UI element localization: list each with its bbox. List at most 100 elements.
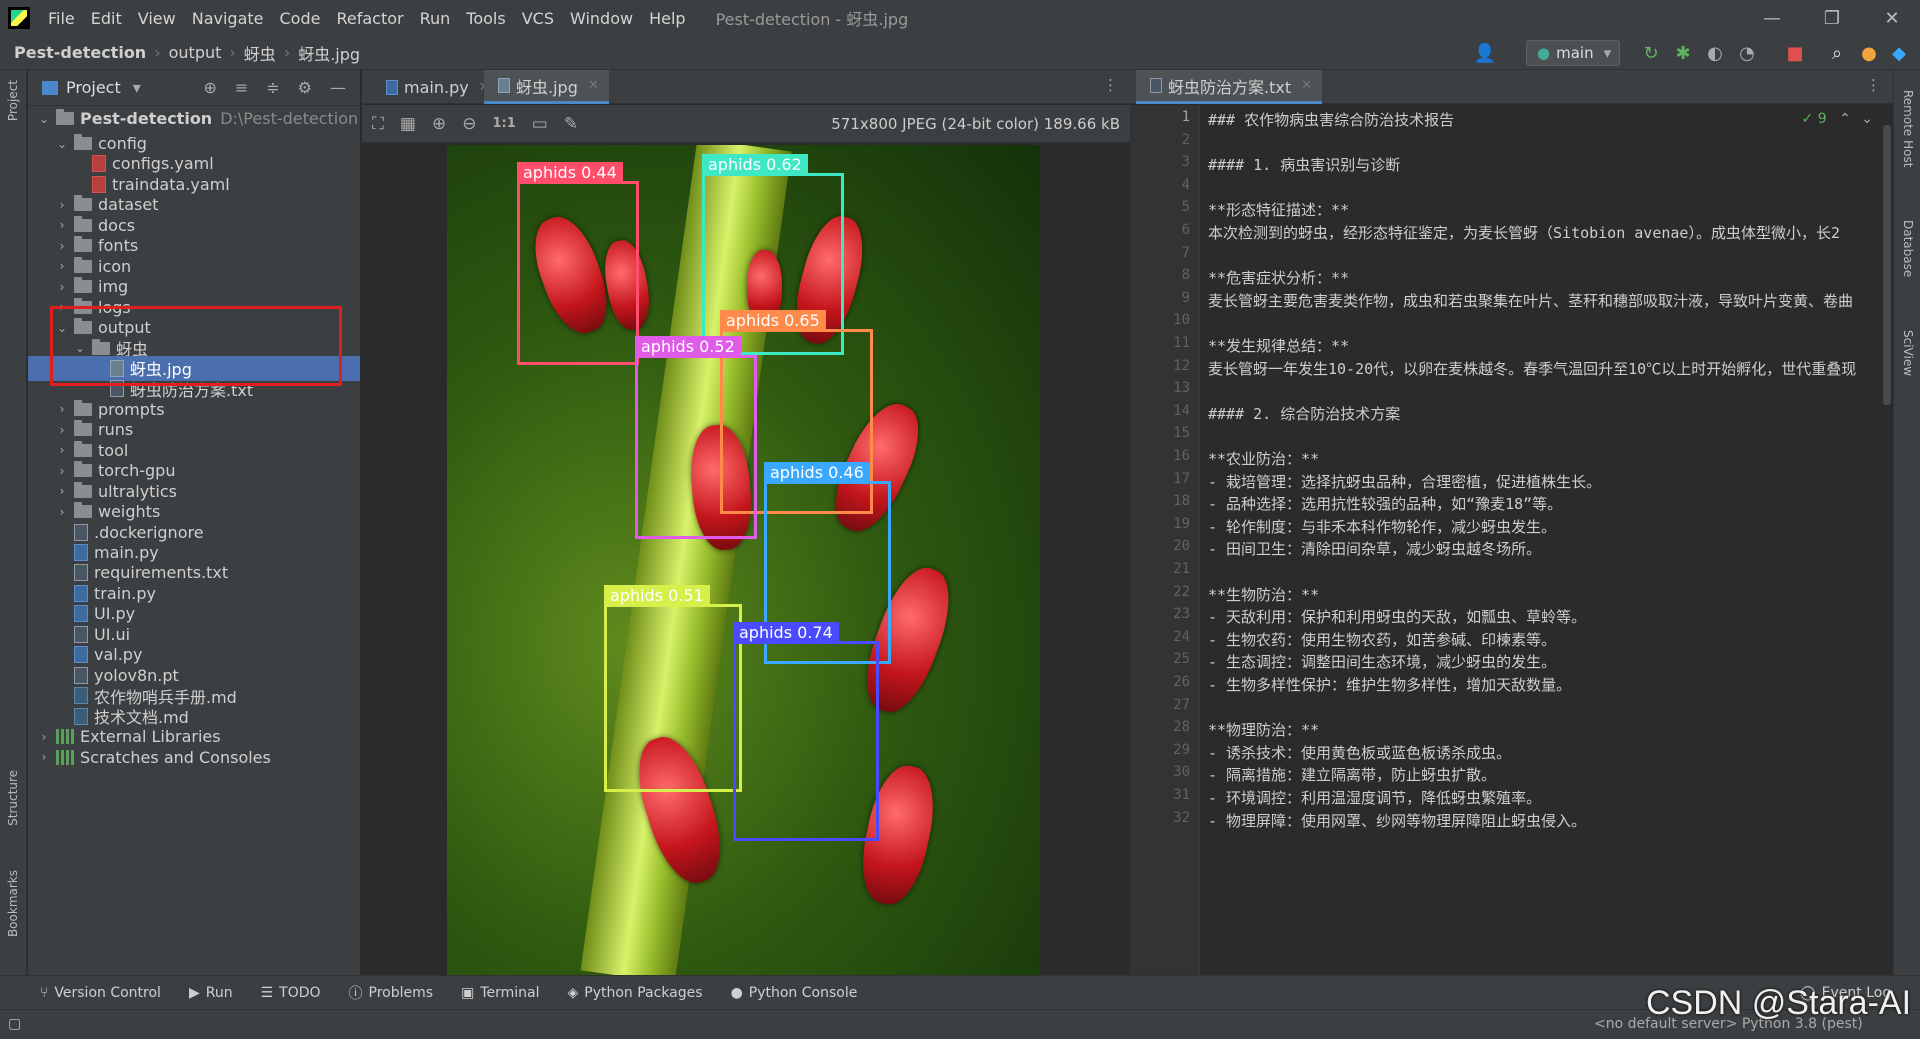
jetbrains-icon[interactable]: ◆	[1888, 42, 1910, 64]
tool-sciview[interactable]: SciView	[1901, 330, 1915, 376]
close-window-icon[interactable]: ✕	[1864, 0, 1920, 36]
tool-todo[interactable]: ☰ TODO	[261, 985, 321, 1001]
tool-version-control[interactable]: ⑂ Version Control	[40, 985, 161, 1001]
right-tool-strip: Remote Host Database SciView	[1893, 70, 1920, 1000]
tab-main-py[interactable]: main.py✕	[372, 70, 500, 104]
menu-navigate[interactable]: Navigate	[184, 9, 272, 28]
tree-row-label: configs.yaml	[112, 154, 214, 174]
menu-window[interactable]: Window	[562, 9, 641, 28]
menu-vcs[interactable]: VCS	[514, 9, 562, 28]
chevron-right-icon[interactable]: ›	[36, 730, 52, 744]
tree-root[interactable]: ⌄ Pest-detection D:\Pest-detection	[28, 106, 360, 131]
tree-row-label: val.py	[94, 645, 143, 665]
zoom-out-icon[interactable]: ⊖	[462, 114, 476, 134]
debug-icon[interactable]: ✱	[1672, 42, 1694, 64]
breadcrumb-output[interactable]: output	[169, 43, 222, 62]
chevron-right-icon[interactable]: ›	[54, 280, 70, 294]
chevron-right-icon[interactable]: ›	[54, 198, 70, 212]
coverage-icon[interactable]: ◐	[1704, 42, 1726, 64]
editor-scrollbar[interactable]	[1883, 125, 1891, 405]
tree-row[interactable]: › Scratches and Consoles	[28, 745, 360, 770]
chevron-right-icon[interactable]: ›	[54, 505, 70, 519]
code-line: - 物理屏障：使用网罩、纱网等物理屏障阻止蚜虫侵入。	[1208, 811, 1587, 830]
more-icon[interactable]: ⋮	[1866, 76, 1881, 94]
text-editor[interactable]: 1 2 3 4 5 6 7 8 9 10 11 12 13 14 15 16 17 18 19 20 21 22 23 24 2…	[1130, 105, 1893, 975]
run-config-dropdown[interactable]: ● main ▾	[1526, 40, 1620, 66]
more-icon[interactable]: ⋮	[1103, 76, 1118, 94]
stop-icon[interactable]: ■	[1784, 42, 1806, 64]
tree-row-label: torch-gpu	[98, 461, 176, 481]
code-line: - 诱杀技术：使用黄色板或蓝色板诱杀成虫。	[1208, 743, 1512, 762]
breadcrumb-image-file[interactable]: 蚜虫.jpg	[298, 41, 360, 65]
actual-size-button[interactable]: 1:1	[492, 116, 515, 131]
menu-code[interactable]: Code	[272, 9, 329, 28]
tool-structure[interactable]: Structure	[6, 770, 20, 826]
tool-bookmarks[interactable]: Bookmarks	[6, 870, 20, 937]
layout-icon[interactable]: ▢	[8, 1016, 21, 1032]
line-number: 21	[1173, 561, 1190, 577]
menu-view[interactable]: View	[130, 9, 184, 28]
chevron-right-icon[interactable]: ›	[54, 239, 70, 253]
menu-tools[interactable]: Tools	[458, 9, 513, 28]
collapse-all-icon[interactable]: ≑	[266, 78, 279, 97]
zoom-in-icon[interactable]: ⊕	[432, 114, 446, 134]
fit-icon[interactable]: ⛶	[372, 114, 384, 134]
background-icon[interactable]: ▭	[532, 114, 548, 134]
rerun-icon[interactable]: ↻	[1640, 42, 1662, 64]
line-number: 24	[1173, 628, 1190, 645]
tool-python-console[interactable]: ● Python Console	[731, 985, 858, 1001]
menu-bar: File Edit View Navigate Code Refactor Ru…	[0, 0, 1920, 36]
chevron-right-icon[interactable]: ›	[54, 443, 70, 457]
tab-image[interactable]: 蚜虫.jpg ✕	[484, 70, 609, 104]
line-number: 13	[1173, 380, 1190, 397]
tool-problems[interactable]: ⓘ Problems	[349, 983, 434, 1003]
user-icon[interactable]: 👤	[1474, 42, 1496, 64]
tool-terminal[interactable]: ▣ Terminal	[461, 985, 539, 1001]
line-number: 32	[1173, 809, 1190, 826]
chevron-right-icon[interactable]: ›	[54, 402, 70, 416]
chevron-down-icon[interactable]: ▾	[133, 78, 141, 97]
menu-help[interactable]: Help	[641, 9, 693, 28]
close-tab-icon[interactable]: ✕	[588, 78, 599, 93]
project-view-selector[interactable]: Project	[66, 78, 121, 97]
tool-python-packages[interactable]: ◈ Python Packages	[567, 985, 702, 1001]
tab-treatment-txt[interactable]: 蚜虫防治方案.txt ✕	[1136, 70, 1323, 104]
expand-all-icon[interactable]: ≡	[235, 78, 248, 97]
menu-run[interactable]: Run	[412, 9, 459, 28]
breadcrumb-aphid-folder[interactable]: 蚜虫	[244, 41, 276, 65]
project-panel: Project ▾ ⊕ ≡ ≑ ⚙ — ⌄ Pest-detection D:\…	[28, 70, 360, 1000]
inspection-widget[interactable]: ✓ 9 ⌃ ⌄	[1802, 111, 1873, 127]
menu-refactor[interactable]: Refactor	[328, 9, 411, 28]
menu-file[interactable]: File	[40, 9, 83, 28]
tool-remote-host[interactable]: Remote Host	[1901, 90, 1915, 167]
chevron-right-icon[interactable]: ›	[54, 259, 70, 273]
update-icon[interactable]: ●	[1858, 42, 1880, 64]
tool-run[interactable]: ▶ Run	[189, 985, 233, 1001]
grid-icon[interactable]: ▦	[400, 114, 416, 134]
minimize-icon[interactable]: —	[1744, 0, 1800, 36]
chevron-right-icon[interactable]: ›	[54, 464, 70, 478]
chevron-right-icon[interactable]: ›	[54, 423, 70, 437]
line-number: 9	[1181, 289, 1190, 306]
menu-edit[interactable]: Edit	[83, 9, 130, 28]
gear-icon[interactable]: ⚙	[298, 78, 312, 97]
chevron-up-icon[interactable]: ⌃	[1839, 111, 1851, 127]
locate-icon[interactable]: ⊕	[203, 78, 216, 97]
tool-database[interactable]: Database	[1901, 220, 1915, 277]
tool-project[interactable]: Project	[6, 80, 20, 121]
code-line: - 栽培管理：选择抗蚜虫品种，合理密植，促进植株生长。	[1208, 472, 1602, 491]
breadcrumb-project[interactable]: Pest-detection	[14, 43, 146, 62]
restore-icon[interactable]: ❐	[1804, 0, 1860, 36]
chevron-down-icon[interactable]: ⌄	[54, 137, 70, 151]
profile-icon[interactable]: ◔	[1736, 42, 1758, 64]
hide-icon[interactable]: —	[330, 78, 346, 97]
search-icon[interactable]: ⌕	[1826, 42, 1848, 64]
chevron-right-icon[interactable]: ›	[54, 484, 70, 498]
code-line: ### 农作物病虫害综合防治技术报告	[1208, 111, 1455, 129]
close-tab-icon[interactable]: ✕	[1301, 78, 1312, 93]
chevron-right-icon[interactable]: ›	[54, 218, 70, 232]
chevron-right-icon[interactable]: ›	[36, 750, 52, 764]
chevron-down-icon[interactable]: ⌄	[1861, 111, 1873, 127]
color-picker-icon[interactable]: ✎	[564, 114, 578, 134]
line-number: 20	[1173, 538, 1190, 555]
